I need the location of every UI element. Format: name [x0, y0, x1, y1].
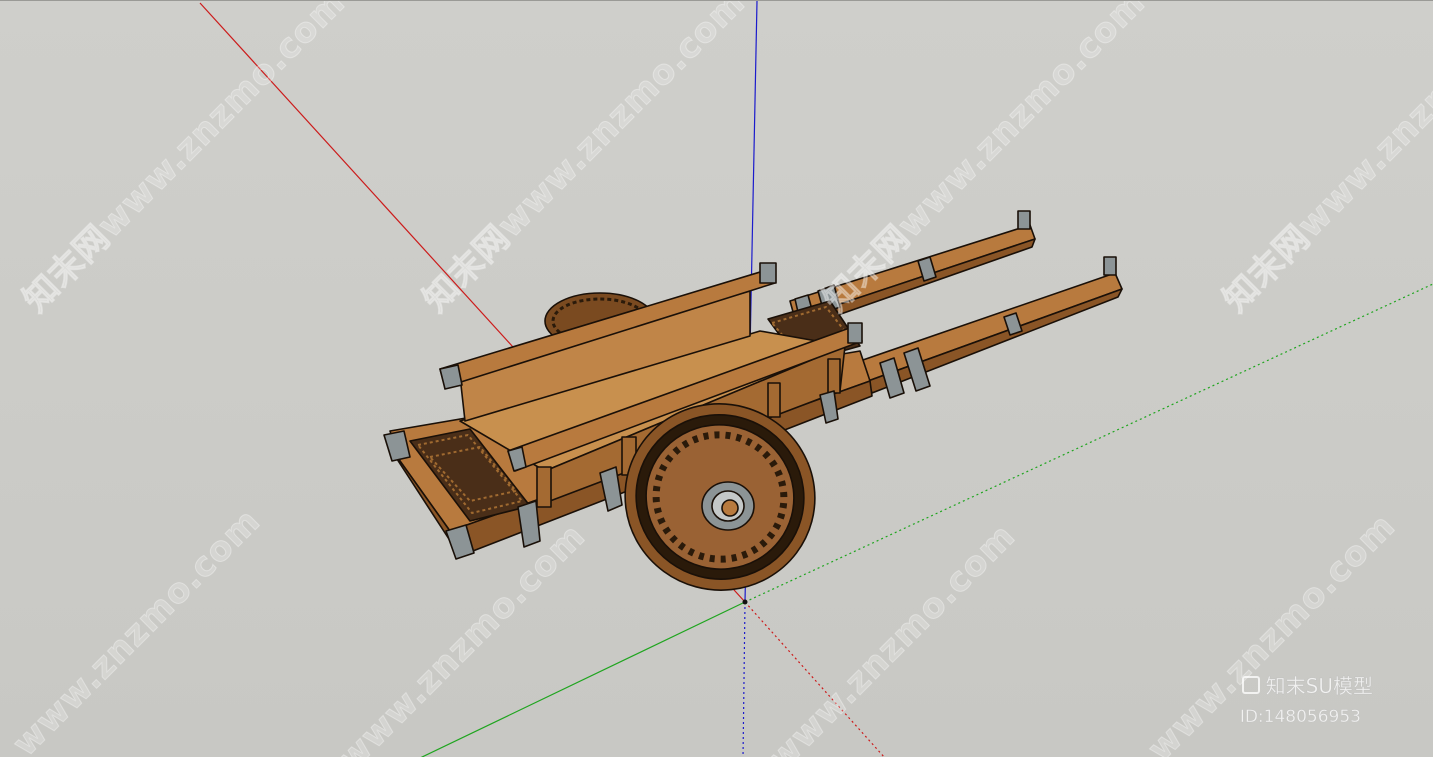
modeling-viewport[interactable]: 知末网www.znzmo.com 知末网www.znzmo.com 知末网www…	[0, 0, 1433, 757]
3d-scene[interactable]	[0, 1, 1433, 757]
handcart-model[interactable]	[383, 210, 1123, 611]
brand-name: 知末SU模型	[1265, 674, 1373, 699]
red-axis-dotted	[744, 601, 885, 757]
brand-logo-icon	[1241, 675, 1260, 694]
green-axis-solid	[420, 601, 746, 757]
blue-axis-dotted	[742, 601, 746, 757]
model-id: ID:148056953	[1239, 707, 1362, 727]
brand-watermark: 知末SU模型	[1241, 670, 1373, 699]
origin-point	[742, 599, 748, 605]
